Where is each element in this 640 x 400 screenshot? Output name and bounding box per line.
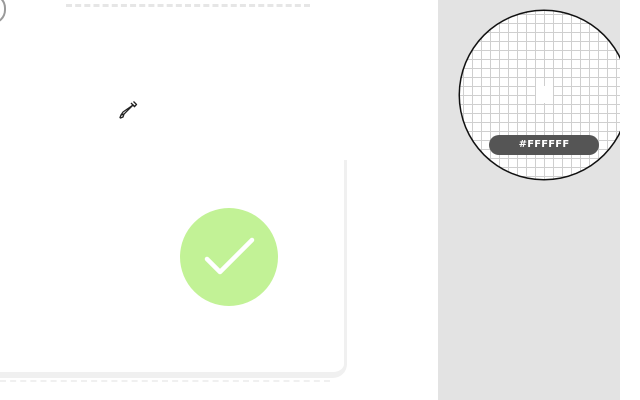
sampled-pixel	[536, 86, 553, 103]
content-card	[0, 160, 347, 378]
hex-color-label: #FFFFFF	[489, 135, 599, 155]
color-picker-screen: #FFFFFF	[0, 0, 640, 400]
window-edge	[620, 0, 640, 400]
eyedropper-icon	[116, 98, 140, 122]
corner-handle	[0, 0, 6, 24]
checkmark-icon	[204, 237, 255, 275]
dashed-divider	[66, 4, 310, 7]
success-indicator	[180, 208, 278, 306]
color-magnifier-loupe: #FFFFFF	[460, 11, 628, 179]
card-shadow	[0, 380, 330, 382]
canvas-area[interactable]	[0, 0, 438, 400]
